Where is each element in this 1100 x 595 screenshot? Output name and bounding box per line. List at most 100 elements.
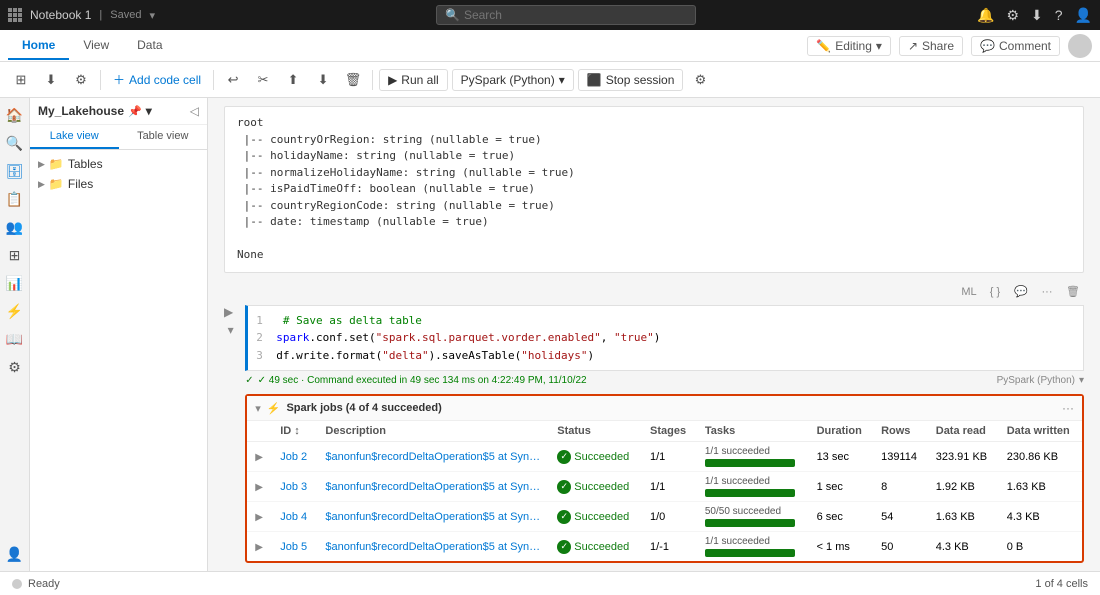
editing-button[interactable]: ✏️ Editing ▾ [807, 36, 891, 56]
undo-button[interactable]: ↩ [220, 67, 246, 93]
download-icon[interactable]: ⬇ [1031, 7, 1043, 24]
job-expand-icon[interactable]: ▶ [255, 512, 263, 523]
add-code-cell-button[interactable]: ＋ Add code cell [107, 69, 207, 90]
profile-icon[interactable]: 👤 [2, 545, 28, 571]
divider2 [213, 70, 214, 90]
cell-more-btn[interactable]: ··· [1036, 281, 1058, 303]
settings-icon[interactable]: ⚙ [1006, 7, 1019, 24]
spark-jobs-more-btn[interactable]: ··· [1062, 401, 1074, 415]
dropdown-arrow[interactable]: ▾ [149, 9, 155, 22]
notification-icon[interactable]: 🔔 [977, 7, 994, 24]
progress-bar-container [705, 549, 795, 557]
table-row: ▶ Job 3 $anonfun$recordDeltaOperation$5 … [247, 472, 1082, 502]
pyspark-button[interactable]: PySpark (Python) ▾ [452, 69, 574, 91]
tab-home[interactable]: Home [8, 32, 69, 60]
editing-label: Editing [835, 39, 872, 53]
job-data-read: 1.92 KB [928, 472, 999, 502]
sidebar-title: My_Lakehouse 📌 ▾ [38, 104, 152, 118]
stop-session-button[interactable]: ⬛ Stop session [578, 69, 684, 91]
run-all-button[interactable]: ▶ Run all [379, 69, 448, 91]
cut-button[interactable]: ✂ [250, 67, 276, 93]
progress-bar-fill [705, 459, 795, 467]
icon-bar: 🏠 🔍 🗄 📋 👥 ⊞ 📊 ⚡ 📖 ⚙ 👤 [0, 98, 30, 571]
sidebar: My_Lakehouse 📌 ▾ ◁ Lake view Table view … [30, 98, 208, 571]
more-button[interactable]: ⚙ [687, 67, 713, 93]
bolt-icon[interactable]: ⚡ [2, 298, 28, 324]
job-desc[interactable]: $anonfun$recordDeltaOperation$5 at Synap… [317, 502, 549, 532]
pyspark-label: PySpark (Python) [461, 73, 555, 87]
delete-button[interactable]: 🗑 [340, 67, 366, 93]
divider3 [372, 70, 373, 90]
cell-ml-button[interactable]: ML [958, 281, 980, 303]
job-duration: 6 sec [809, 502, 874, 532]
sidebar-pin-icon[interactable]: 📌 [128, 105, 142, 118]
gear-button[interactable]: ⚙ [68, 67, 94, 93]
cell-ellipsis: ··· [245, 563, 1084, 571]
sidebar-item-files[interactable]: ▶ 📁 Files [30, 174, 207, 194]
spark-jobs-header: ▾ ⚡ Spark jobs (4 of 4 succeeded) ··· [247, 396, 1082, 421]
job-expand-icon[interactable]: ▶ [255, 542, 263, 553]
progress-bar-container [705, 459, 795, 467]
cell-5-code: 1 # Save as delta table 2spark.conf.set(… [245, 305, 1084, 372]
job-expand-icon[interactable]: ▶ [255, 452, 263, 463]
job-duration: 13 sec [809, 442, 874, 472]
sidebar-tab-table[interactable]: Table view [119, 125, 208, 149]
job-data-read: 1.63 KB [928, 502, 999, 532]
th-expand [247, 421, 272, 442]
sidebar-tabs: Lake view Table view [30, 125, 207, 150]
help-icon[interactable]: ? [1055, 7, 1063, 23]
people-icon[interactable]: 👥 [2, 214, 28, 240]
th-data-read: Data read [928, 421, 999, 442]
tab-view[interactable]: View [69, 32, 123, 60]
divider1 [100, 70, 101, 90]
job-tasks: 1/1 succeeded [697, 532, 809, 562]
run-down-button[interactable]: ▾ [228, 323, 234, 337]
move-up-button[interactable]: ⬆ [280, 67, 306, 93]
search-input[interactable] [464, 8, 664, 22]
cell-delete-btn[interactable]: 🗑 [1062, 281, 1084, 303]
job-desc[interactable]: $anonfun$recordDeltaOperation$5 at Synap… [317, 442, 549, 472]
job-data-written: 0 B [999, 532, 1082, 562]
spark-expand-icon[interactable]: ▾ [255, 402, 261, 415]
check-icon: ✓ [245, 375, 253, 386]
th-id[interactable]: ID ↕ [272, 421, 317, 442]
job-desc[interactable]: $anonfun$recordDeltaOperation$5 at Synap… [317, 532, 549, 562]
move-down-button[interactable]: ⬇ [38, 67, 64, 93]
database-icon[interactable]: 🗄 [2, 158, 28, 184]
main-tabs: Home View Data [8, 32, 177, 60]
sidebar-collapse-button[interactable]: ◁ [190, 104, 199, 118]
comment-button[interactable]: 💬 Comment [971, 36, 1060, 56]
share-button[interactable]: ↗ Share [899, 36, 963, 56]
runtime-chevron[interactable]: ▾ [1079, 375, 1084, 386]
user-avatar[interactable] [1068, 34, 1092, 58]
format-button[interactable]: ⊞ [8, 67, 34, 93]
sidebar-tab-lake[interactable]: Lake view [30, 125, 119, 149]
cell-5-runtime-label: PySpark (Python) [997, 375, 1075, 386]
cell-chat-btn[interactable]: 💬 [1010, 281, 1032, 303]
search-icon: 🔍 [445, 8, 460, 22]
grid-icon[interactable]: ⊞ [2, 242, 28, 268]
cell-code-btn[interactable]: { } [984, 281, 1006, 303]
code-line-3: 3df.write.format("delta").saveAsTable("h… [256, 347, 1075, 365]
spark-jobs-title: Spark jobs (4 of 4 succeeded) [286, 402, 441, 414]
run-cell-button[interactable]: ▶ [224, 305, 233, 319]
job-expand-icon[interactable]: ▶ [255, 482, 263, 493]
settings-nav-icon[interactable]: ⚙ [2, 354, 28, 380]
book-icon[interactable]: 📖 [2, 326, 28, 352]
table-row: ▶ Job 4 $anonfun$recordDeltaOperation$5 … [247, 502, 1082, 532]
table-icon[interactable]: 📋 [2, 186, 28, 212]
ready-label: Ready [28, 578, 60, 590]
search-nav-icon[interactable]: 🔍 [2, 130, 28, 156]
toolbar: ⊞ ⬇ ⚙ ＋ Add code cell ↩ ✂ ⬆ ⬇ 🗑 ▶ Run al… [0, 62, 1100, 98]
sidebar-dropdown-icon[interactable]: ▾ [146, 104, 152, 118]
tab-data[interactable]: Data [123, 32, 176, 60]
app-grid-icon[interactable] [8, 8, 22, 22]
home-icon[interactable]: 🏠 [2, 102, 28, 128]
job-desc[interactable]: $anonfun$recordDeltaOperation$5 at Synap… [317, 472, 549, 502]
user-icon[interactable]: 👤 [1075, 7, 1092, 24]
move-down2-button[interactable]: ⬇ [310, 67, 336, 93]
sidebar-item-tables[interactable]: ▶ 📁 Tables [30, 154, 207, 174]
progress-bar-fill [705, 549, 795, 557]
app-name: Notebook 1 [30, 8, 91, 22]
chart-icon[interactable]: 📊 [2, 270, 28, 296]
